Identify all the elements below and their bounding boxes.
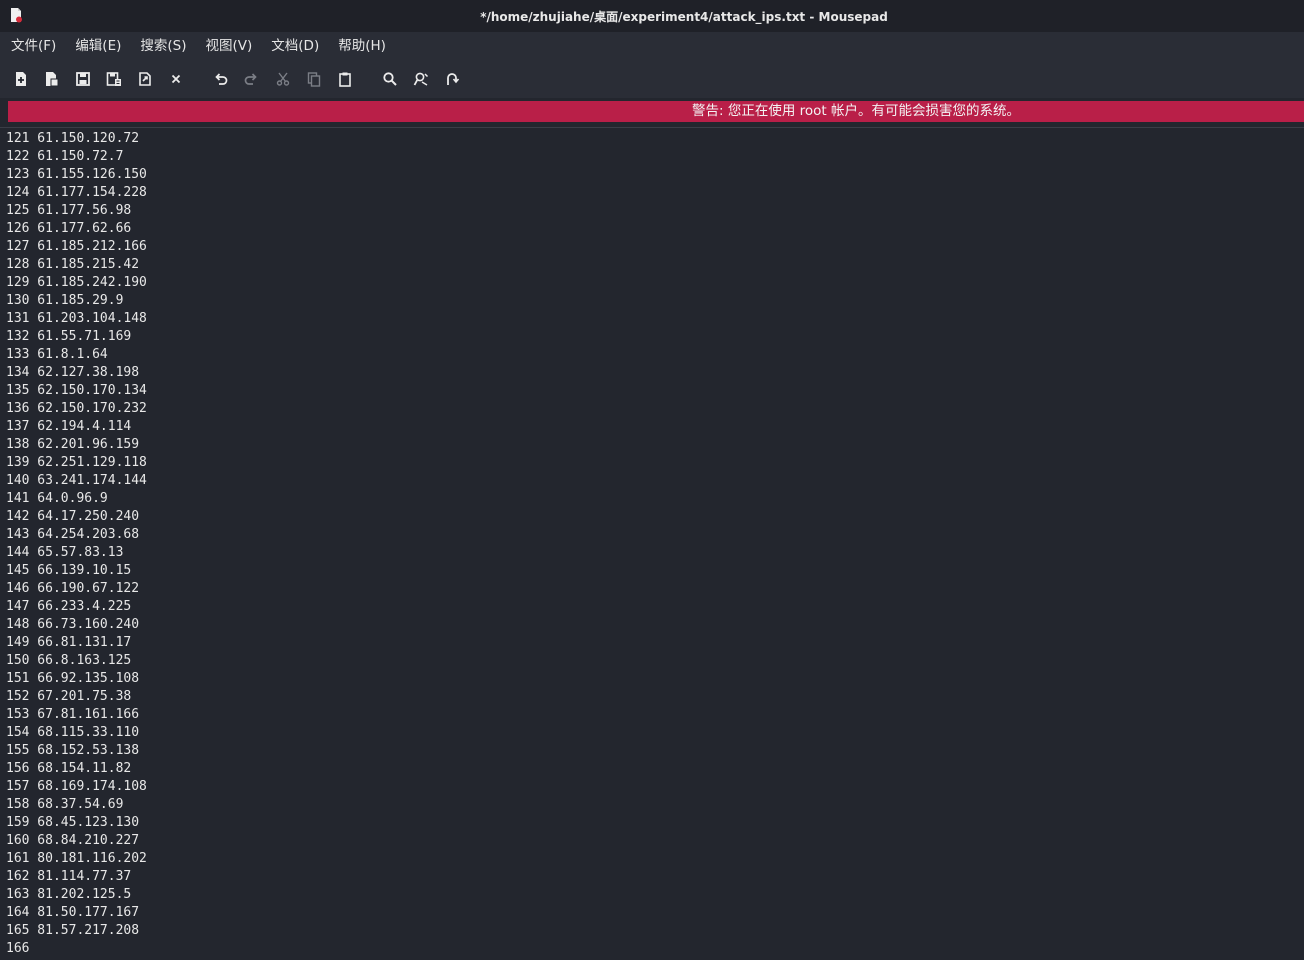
text-line[interactable]: 159 68.45.123.130 — [6, 814, 147, 832]
text-line[interactable]: 165 81.57.217.208 — [6, 922, 147, 940]
menu-edit[interactable]: 编辑(E) — [67, 32, 129, 60]
text-line[interactable]: 140 63.241.174.144 — [6, 472, 147, 490]
close-document-button[interactable] — [165, 68, 187, 90]
text-line[interactable]: 136 62.150.170.232 — [6, 400, 147, 418]
text-line[interactable]: 124 61.177.154.228 — [6, 184, 147, 202]
text-line[interactable]: 157 68.169.174.108 — [6, 778, 147, 796]
text-line[interactable]: 138 62.201.96.159 — [6, 436, 147, 454]
save-icon — [76, 72, 90, 86]
reload-button[interactable] — [134, 68, 156, 90]
new-document-icon — [16, 72, 26, 86]
new-window-button[interactable] — [41, 68, 63, 90]
menu-search[interactable]: 搜索(S) — [132, 32, 194, 60]
text-line[interactable]: 148 66.73.160.240 — [6, 616, 147, 634]
copy-icon — [307, 72, 321, 87]
text-line[interactable]: 150 66.8.163.125 — [6, 652, 147, 670]
text-line[interactable]: 129 61.185.242.190 — [6, 274, 147, 292]
text-line[interactable]: 154 68.115.33.110 — [6, 724, 147, 742]
text-line[interactable]: 147 66.233.4.225 — [6, 598, 147, 616]
undo-icon — [215, 73, 228, 85]
text-line[interactable]: 132 61.55.71.169 — [6, 328, 147, 346]
text-line[interactable]: 161 80.181.116.202 — [6, 850, 147, 868]
copy-button[interactable] — [303, 68, 325, 90]
editor-lines: 121 61.150.120.72 122 61.150.72.7 123 61.1… — [6, 130, 147, 958]
toolbar — [0, 60, 1304, 98]
paste-icon — [339, 72, 351, 87]
paste-button[interactable] — [334, 68, 356, 90]
text-line[interactable]: 128 61.185.215.42 — [6, 256, 147, 274]
text-line[interactable]: 133 61.8.1.64 — [6, 346, 147, 364]
text-line[interactable]: 126 61.177.62.66 — [6, 220, 147, 238]
cut-button[interactable] — [272, 68, 294, 90]
text-line[interactable]: 144 65.57.83.13 — [6, 544, 147, 562]
text-line[interactable]: 141 64.0.96.9 — [6, 490, 147, 508]
mousepad-window: */home/zhujiahe/桌面/experiment4/attack_ip… — [0, 0, 1304, 960]
text-line[interactable]: 160 68.84.210.227 — [6, 832, 147, 850]
redo-button[interactable] — [240, 68, 262, 90]
text-line[interactable]: 121 61.150.120.72 — [6, 130, 147, 148]
text-line[interactable]: 139 62.251.129.118 — [6, 454, 147, 472]
new-window-icon — [46, 72, 59, 87]
title-bar[interactable]: */home/zhujiahe/桌面/experiment4/attack_ip… — [0, 0, 1304, 32]
find-icon — [383, 72, 397, 86]
save-button[interactable] — [72, 68, 94, 90]
text-editor[interactable]: 121 61.150.120.72 122 61.150.72.7 123 61.1… — [0, 127, 1304, 960]
reload-icon — [139, 72, 151, 86]
text-line[interactable]: 127 61.185.212.166 — [6, 238, 147, 256]
redo-icon — [244, 73, 257, 85]
find-button[interactable] — [379, 68, 401, 90]
menu-view[interactable]: 视图(V) — [198, 32, 261, 60]
text-line[interactable]: 134 62.127.38.198 — [6, 364, 147, 382]
text-line[interactable]: 153 67.81.161.166 — [6, 706, 147, 724]
find-replace-icon — [413, 72, 429, 86]
save-as-button[interactable] — [103, 68, 125, 90]
text-line[interactable]: 166 — [6, 940, 147, 958]
text-line[interactable]: 149 66.81.131.17 — [6, 634, 147, 652]
cut-icon — [276, 72, 290, 86]
text-line[interactable]: 145 66.139.10.15 — [6, 562, 147, 580]
text-line[interactable]: 164 81.50.177.167 — [6, 904, 147, 922]
new-document-button[interactable] — [10, 68, 32, 90]
text-line[interactable]: 137 62.194.4.114 — [6, 418, 147, 436]
menu-bar: 文件(F) 编辑(E) 搜索(S) 视图(V) 文档(D) 帮助(H) — [0, 32, 1304, 60]
text-line[interactable]: 151 66.92.135.108 — [6, 670, 147, 688]
save-as-icon — [106, 72, 121, 86]
text-line[interactable]: 125 61.177.56.98 — [6, 202, 147, 220]
text-line[interactable]: 122 61.150.72.7 — [6, 148, 147, 166]
text-line[interactable]: 158 68.37.54.69 — [6, 796, 147, 814]
undo-button[interactable] — [210, 68, 232, 90]
text-line[interactable]: 142 64.17.250.240 — [6, 508, 147, 526]
menu-help[interactable]: 帮助(H) — [330, 32, 394, 60]
find-replace-button[interactable] — [410, 68, 432, 90]
text-line[interactable]: 146 66.190.67.122 — [6, 580, 147, 598]
text-line[interactable]: 123 61.155.126.150 — [6, 166, 147, 184]
text-line[interactable]: 163 81.202.125.5 — [6, 886, 147, 904]
text-line[interactable]: 156 68.154.11.82 — [6, 760, 147, 778]
text-line[interactable]: 155 68.152.53.138 — [6, 742, 147, 760]
menu-file[interactable]: 文件(F) — [3, 32, 64, 60]
root-warning-banner: 警告: 您正在使用 root 帐户。有可能会损害您的系统。 — [8, 101, 1304, 122]
menu-document[interactable]: 文档(D) — [263, 32, 327, 60]
text-line[interactable]: 152 67.201.75.38 — [6, 688, 147, 706]
text-line[interactable]: 131 61.203.104.148 — [6, 310, 147, 328]
goto-line-button[interactable] — [441, 68, 463, 90]
text-line[interactable]: 135 62.150.170.134 — [6, 382, 147, 400]
text-line[interactable]: 143 64.254.203.68 — [6, 526, 147, 544]
close-icon — [171, 74, 181, 84]
text-line[interactable]: 162 81.114.77.37 — [6, 868, 147, 886]
text-line[interactable]: 130 61.185.29.9 — [6, 292, 147, 310]
goto-line-icon — [447, 73, 460, 85]
window-title: */home/zhujiahe/桌面/experiment4/attack_ip… — [480, 10, 888, 24]
